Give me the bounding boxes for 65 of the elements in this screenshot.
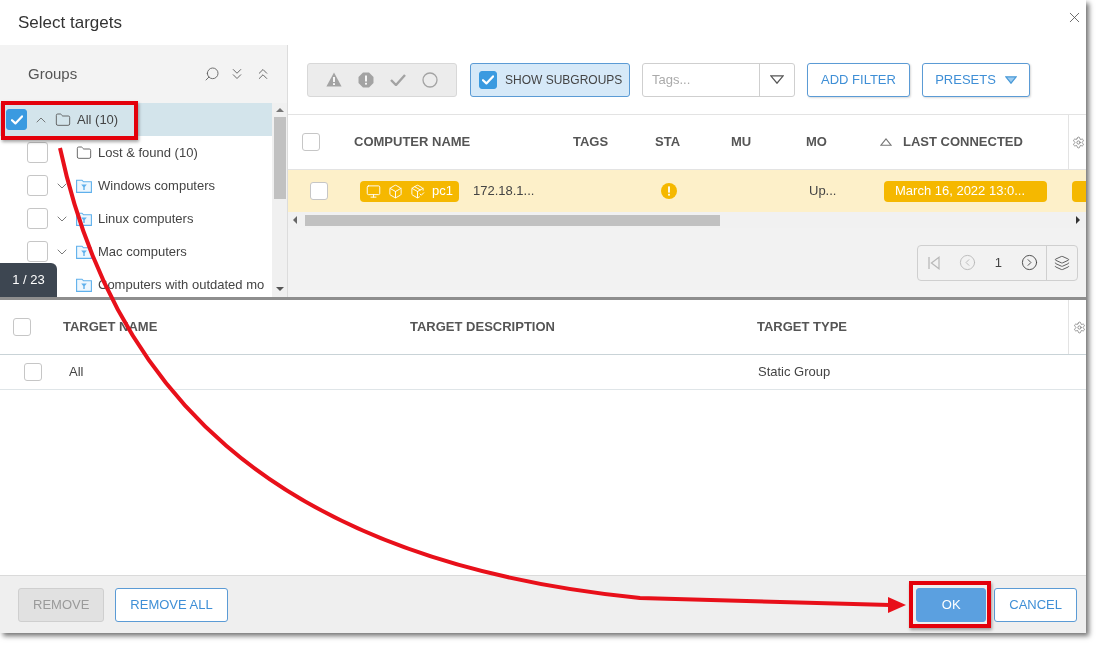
- checkbox[interactable]: [6, 109, 27, 130]
- last-connected-date: March 16, 2022 13:0...: [884, 180, 1047, 202]
- tree-row[interactable]: Windows computers: [0, 169, 272, 202]
- ip-address: 172.18.1...: [472, 182, 535, 201]
- vertical-scrollbar[interactable]: [272, 103, 287, 297]
- column-header[interactable]: LAST CONNECTED: [880, 132, 1023, 152]
- checkmark-icon: [10, 114, 23, 125]
- layers-icon[interactable]: [1054, 254, 1070, 271]
- folder-icon: [76, 144, 92, 161]
- checkbox[interactable]: [27, 142, 48, 163]
- table-cell-text: Static Group: [758, 363, 831, 382]
- checkbox[interactable]: [479, 70, 497, 89]
- checkbox[interactable]: [13, 318, 31, 336]
- cube-icon: [388, 183, 403, 199]
- table-cell-text: Up...: [809, 182, 837, 201]
- column-header[interactable]: MO: [806, 132, 827, 152]
- panel-title: Groups: [28, 63, 78, 84]
- page-number: 1: [994, 253, 1002, 272]
- search-icon[interactable]: [204, 66, 220, 82]
- checkbox[interactable]: [302, 133, 320, 151]
- checkbox[interactable]: [27, 175, 48, 196]
- filter-folder-icon: [76, 178, 92, 193]
- column-header[interactable]: TAGS: [573, 132, 609, 152]
- tags-field[interactable]: Tags...: [642, 62, 795, 97]
- caret-down-icon: [1004, 75, 1017, 84]
- add-filter-button[interactable]: ADD FILTER: [807, 62, 910, 97]
- partial-chip: [1072, 180, 1086, 202]
- checkbox[interactable]: [24, 363, 42, 381]
- cube-check-icon: [410, 183, 425, 199]
- tree-row[interactable]: Linux computers: [0, 202, 272, 235]
- checkbox[interactable]: [27, 208, 48, 229]
- settings-icon[interactable]: [1072, 135, 1085, 149]
- settings-icon[interactable]: [1073, 320, 1086, 334]
- next-page-icon[interactable]: [1021, 254, 1038, 271]
- column-header[interactable]: TARGET DESCRIPTION: [410, 317, 555, 337]
- group-name: Linux computers: [98, 209, 194, 228]
- dialog-title: Select targets: [18, 11, 122, 34]
- monitor-icon: [366, 183, 381, 199]
- warning-icon[interactable]: [326, 72, 342, 87]
- table-row[interactable]: pc1 172.18.1... Up... March 16, 2022 13:0...: [288, 170, 1086, 212]
- sort-ascending-icon: [880, 138, 892, 146]
- tree-row[interactable]: All (10): [0, 103, 272, 136]
- circle-icon[interactable]: [422, 71, 438, 88]
- page-counter: 1 / 23: [0, 263, 57, 297]
- checkbox[interactable]: [310, 182, 328, 200]
- caret-down-icon: [770, 75, 784, 84]
- filter-folder-icon: [76, 277, 92, 292]
- folder-icon: [55, 111, 71, 128]
- alert-icon[interactable]: [358, 71, 374, 88]
- group-name: Lost & found (10): [98, 143, 198, 162]
- show-subgroups-toggle[interactable]: SHOW SUBGROUPS: [470, 62, 630, 97]
- group-name: All (10): [77, 110, 119, 129]
- group-name: Windows computers: [98, 176, 216, 195]
- checkmark-icon: [482, 74, 494, 85]
- column-header[interactable]: COMPUTER NAME: [354, 132, 471, 152]
- checkbox[interactable]: [27, 241, 48, 262]
- tree-row[interactable]: Lost & found (10): [0, 136, 272, 169]
- column-header[interactable]: STA: [655, 132, 681, 152]
- column-header[interactable]: TARGET TYPE: [757, 317, 848, 337]
- column-header[interactable]: MU: [731, 132, 752, 152]
- check-icon[interactable]: [390, 73, 406, 86]
- group-name: Mac computers: [98, 242, 187, 261]
- tags-input[interactable]: Tags...: [643, 63, 759, 96]
- table-cell-text: All: [69, 363, 84, 382]
- horizontal-scrollbar[interactable]: [288, 212, 1086, 228]
